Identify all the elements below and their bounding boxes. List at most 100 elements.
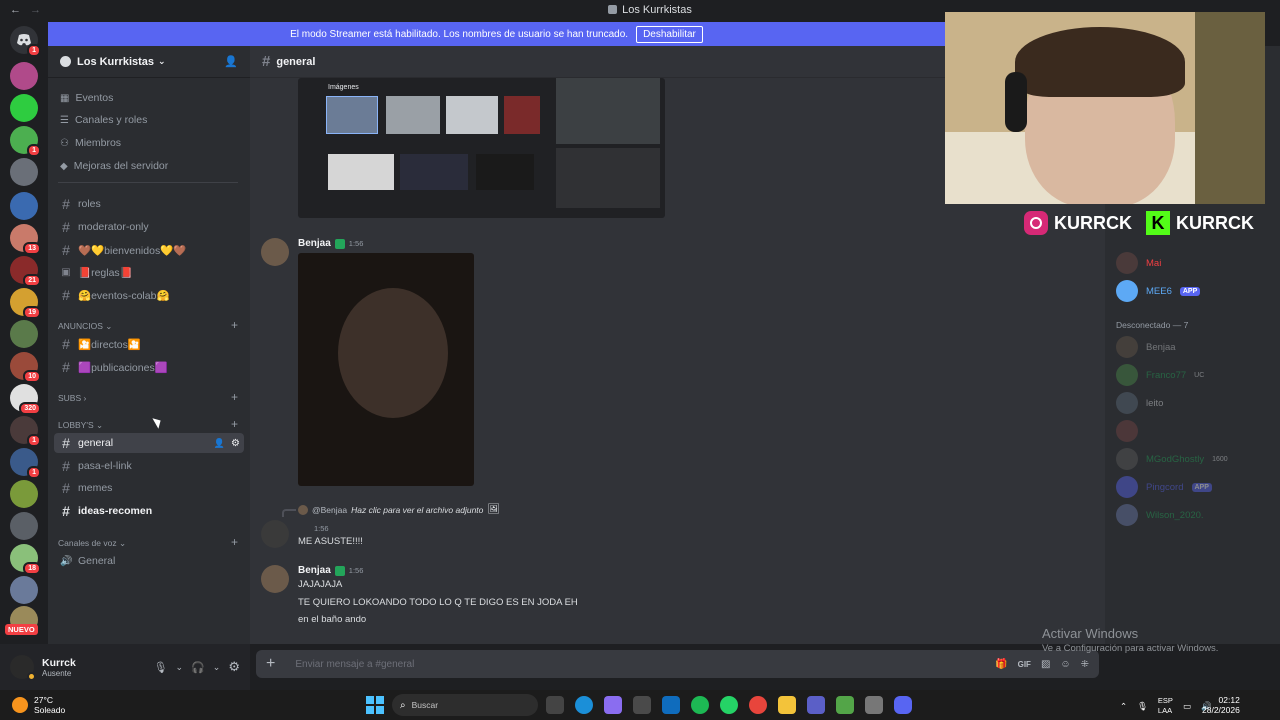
- guild-icon[interactable]: 1: [10, 448, 41, 479]
- file-explorer-icon[interactable]: [778, 696, 796, 714]
- sidebar-item-eventos[interactable]: ▦ Eventos: [54, 88, 244, 108]
- member-item[interactable]: Pingcord APP: [1116, 476, 1276, 498]
- message-composer[interactable]: + Enviar mensaje a #general 🎁 GIF ▨ ☺ ⁜: [256, 650, 1099, 678]
- member-item[interactable]: Wilson_2020.: [1116, 504, 1276, 526]
- back-arrow-icon[interactable]: ←: [10, 4, 21, 16]
- category-lobbys[interactable]: LOBBY'S ⌄ +: [58, 418, 238, 431]
- message-input[interactable]: Enviar mensaje a #general: [295, 659, 414, 670]
- plus-icon[interactable]: +: [266, 655, 275, 673]
- message-author[interactable]: Benjaa: [298, 565, 331, 576]
- plus-icon[interactable]: +: [231, 319, 238, 332]
- microphone-icon[interactable]: 🎙: [154, 661, 168, 674]
- discord-home-icon[interactable]: 1: [10, 26, 41, 57]
- guild-icon[interactable]: 1: [10, 126, 41, 157]
- whatsapp-icon[interactable]: [720, 696, 738, 714]
- minecraft-icon[interactable]: [836, 696, 854, 714]
- headphones-icon[interactable]: 🎧: [191, 661, 205, 674]
- store-icon[interactable]: [633, 696, 651, 714]
- channel-moderator-only[interactable]: # moderator-only: [54, 217, 244, 237]
- edge-icon[interactable]: [575, 696, 593, 714]
- teams-icon[interactable]: [807, 696, 825, 714]
- guild-icon[interactable]: [10, 62, 38, 90]
- chevron-down-icon[interactable]: ⌄: [176, 662, 184, 673]
- member-item[interactable]: Mai: [1116, 252, 1276, 274]
- avatar[interactable]: [261, 238, 289, 266]
- discord-icon[interactable]: [894, 696, 912, 714]
- guild-icon[interactable]: [10, 158, 38, 186]
- copilot-icon[interactable]: [604, 696, 622, 714]
- guild-icon[interactable]: [10, 480, 38, 508]
- member-item[interactable]: MEE6 APP: [1116, 280, 1276, 302]
- voice-channel-general[interactable]: 🔊 General: [54, 551, 244, 571]
- microphone-icon[interactable]: 🎙: [1137, 701, 1148, 712]
- channel-bienvenidos[interactable]: # 🤎💛bienvenidos💛🤎: [54, 240, 244, 260]
- member-item[interactable]: Franco77 UC: [1116, 364, 1276, 386]
- spotify-icon[interactable]: [691, 696, 709, 714]
- category-voz[interactable]: Canales de voz ⌄ +: [58, 536, 238, 549]
- task-view-icon[interactable]: [546, 696, 564, 714]
- disable-streamer-button[interactable]: Deshabilitar: [636, 25, 703, 43]
- channel-ideas-recomen[interactable]: # ideas-recomen: [54, 501, 244, 521]
- chrome-icon[interactable]: [749, 696, 767, 714]
- channel-memes[interactable]: # memes: [54, 478, 244, 498]
- channel-directos[interactable]: # 🎦directos🎦: [54, 334, 244, 354]
- guild-icon[interactable]: [10, 320, 38, 348]
- guild-icon[interactable]: [10, 512, 38, 540]
- category-subs[interactable]: SUBS › +: [58, 391, 238, 403]
- member-item[interactable]: leito: [1116, 392, 1276, 414]
- video-attachment[interactable]: [298, 253, 474, 486]
- chevron-up-icon[interactable]: ⌃: [1120, 701, 1127, 712]
- guild-icon[interactable]: 13: [10, 224, 41, 255]
- image-attachment[interactable]: Imágenes: [298, 78, 665, 218]
- clock[interactable]: 02:12 28/2/2026: [1202, 695, 1240, 715]
- member-item[interactable]: MGodGhostly 1600: [1116, 448, 1276, 470]
- apps-icon[interactable]: ⁜: [1081, 659, 1089, 670]
- plus-icon[interactable]: +: [231, 418, 238, 431]
- guild-icon[interactable]: [10, 576, 38, 604]
- avatar[interactable]: [261, 520, 289, 548]
- category-anuncios[interactable]: ANUNCIOS ⌄ +: [58, 319, 238, 332]
- guild-icon[interactable]: 1: [10, 416, 41, 447]
- channel-publicaciones[interactable]: # 🟪publicaciones🟪: [54, 357, 244, 377]
- channel-general[interactable]: # general 👤 ⚙: [54, 433, 244, 453]
- network-icon[interactable]: ▭: [1183, 701, 1191, 712]
- gif-icon[interactable]: GIF: [1018, 660, 1031, 669]
- sidebar-item-canales-roles[interactable]: ☰ Canales y roles: [54, 110, 244, 130]
- plus-icon[interactable]: +: [231, 391, 238, 403]
- app-icon[interactable]: [865, 696, 883, 714]
- channel-reglas[interactable]: ▣ 📕reglas📕: [54, 262, 244, 282]
- invite-icon[interactable]: 👤: [214, 438, 225, 449]
- gear-icon[interactable]: ⚙: [228, 659, 240, 675]
- avatar[interactable]: [261, 565, 289, 593]
- guild-icon[interactable]: [10, 192, 38, 220]
- weather-widget[interactable]: 27°C Soleado: [12, 695, 65, 715]
- plus-icon[interactable]: +: [231, 536, 238, 549]
- emoji-icon[interactable]: ☺: [1060, 659, 1070, 670]
- guild-icon[interactable]: 10: [10, 352, 41, 383]
- taskbar-search[interactable]: ⌕ Buscar: [392, 694, 538, 716]
- guild-icon[interactable]: 18: [10, 544, 41, 575]
- guild-icon[interactable]: 19: [10, 288, 41, 319]
- start-button[interactable]: [366, 696, 384, 716]
- server-header[interactable]: Los Kurrkistas ⌄ 👤: [48, 46, 250, 78]
- gift-icon[interactable]: 🎁: [995, 659, 1007, 670]
- sidebar-item-mejoras[interactable]: ◆ Mejoras del servidor: [54, 156, 244, 176]
- add-member-icon[interactable]: 👤: [224, 55, 238, 68]
- forward-arrow-icon[interactable]: →: [30, 4, 41, 16]
- avatar[interactable]: [10, 655, 36, 681]
- reply-preview[interactable]: @Benjaa Haz clic para ver el archivo adj…: [298, 504, 500, 515]
- guild-icon[interactable]: [10, 94, 38, 122]
- sticker-icon[interactable]: ▨: [1041, 659, 1050, 670]
- sidebar-item-miembros[interactable]: ⚇ Miembros: [54, 133, 244, 153]
- guild-icon[interactable]: 320: [10, 384, 41, 415]
- channel-roles[interactable]: # roles: [54, 194, 244, 214]
- guild-icon[interactable]: 21: [10, 256, 41, 287]
- outlook-icon[interactable]: [662, 696, 680, 714]
- channel-eventos-colab[interactable]: # 🤗eventos-colab🤗: [54, 285, 244, 305]
- member-item[interactable]: Benjaa: [1116, 336, 1276, 358]
- gear-icon[interactable]: ⚙: [231, 438, 240, 449]
- channel-pasa-el-link[interactable]: # pasa-el-link: [54, 456, 244, 476]
- message-author[interactable]: Benjaa: [298, 238, 331, 249]
- language-indicator[interactable]: ESP LAA: [1158, 696, 1173, 716]
- member-item[interactable]: [1116, 420, 1276, 442]
